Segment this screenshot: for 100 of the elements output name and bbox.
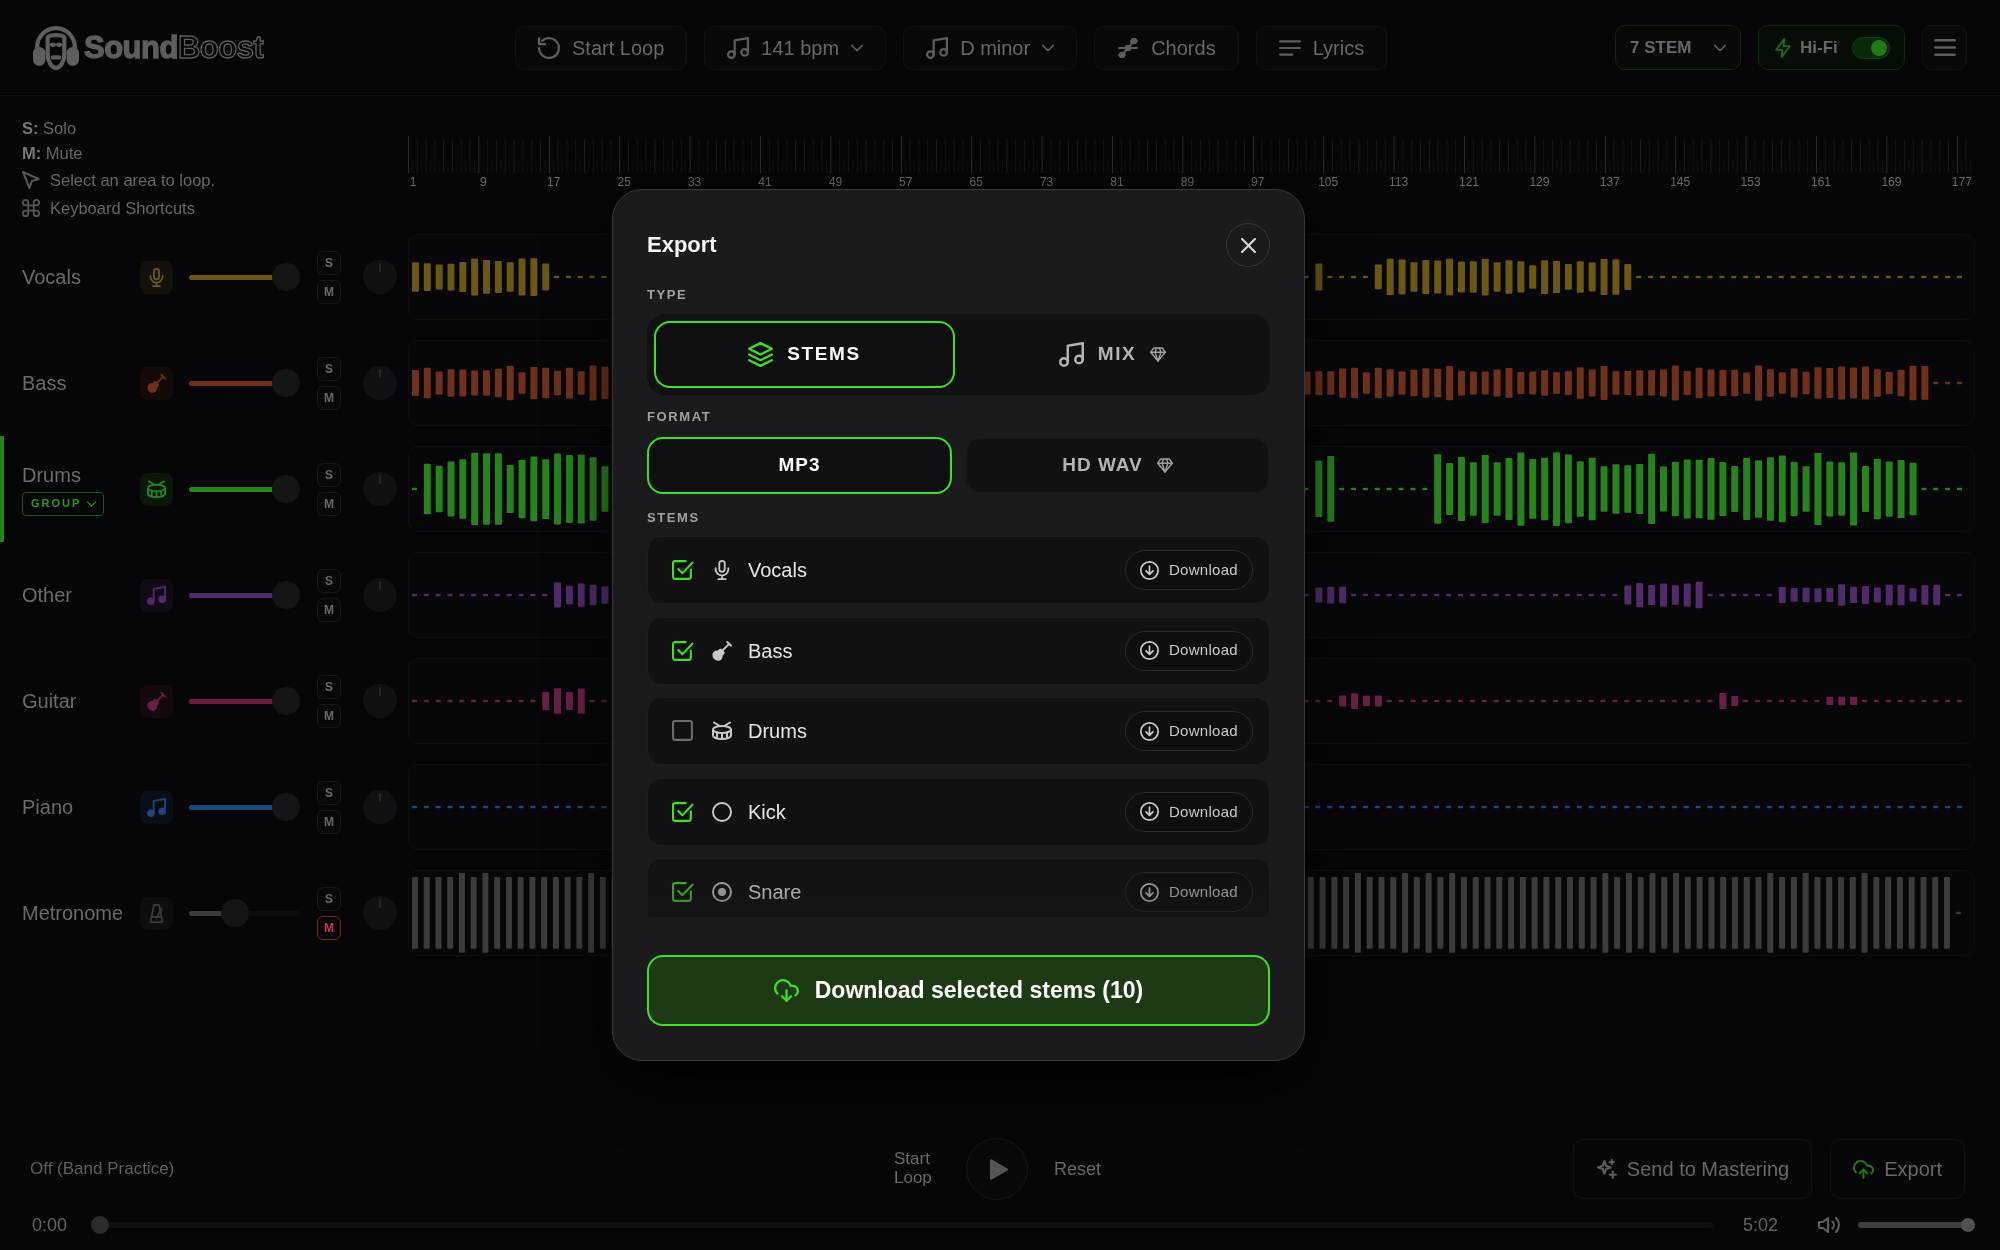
volume-slider[interactable] (189, 581, 300, 609)
volume-slider[interactable] (189, 475, 300, 503)
waveform-drawing[interactable] (408, 340, 612, 426)
export-button[interactable]: Export (1830, 1139, 1965, 1199)
slider-thumb[interactable] (272, 369, 300, 397)
sparkle-icon (1595, 1158, 1617, 1180)
type-option[interactable]: STEMS (654, 321, 955, 388)
bar-number: 137 (1599, 175, 1620, 188)
stem-checkbox[interactable] (672, 881, 694, 904)
playback-progress-slider[interactable] (91, 1216, 1713, 1234)
slider-thumb[interactable] (272, 793, 300, 821)
stem-checkbox[interactable] (672, 800, 694, 823)
solo-button[interactable]: S (317, 674, 341, 699)
waveform-drawing[interactable] (1305, 870, 1975, 956)
slider-thumb[interactable] (220, 899, 249, 927)
mute-button[interactable]: M (317, 279, 341, 304)
waveform-drawing[interactable] (408, 446, 612, 532)
solo-button[interactable]: S (317, 568, 341, 593)
pan-knob[interactable] (363, 790, 397, 824)
slider-thumb[interactable] (272, 687, 300, 715)
bar-number: 105 (1318, 175, 1339, 188)
solo-button[interactable]: S (317, 780, 341, 805)
format-option[interactable]: HD WAV (965, 437, 1270, 494)
pan-knob[interactable] (363, 260, 397, 294)
download-selected-button[interactable]: Download selected stems (10) (647, 955, 1270, 1026)
slider-thumb[interactable] (1961, 1218, 1975, 1232)
key-dropdown[interactable]: D minor (903, 25, 1078, 70)
pan-knob[interactable] (363, 472, 397, 506)
download-icon (1139, 560, 1159, 580)
stem-checkbox[interactable] (672, 720, 694, 743)
solo-button[interactable]: S (317, 250, 341, 275)
mute-button[interactable]: M (317, 385, 341, 410)
download-button[interactable]: Download (1124, 630, 1253, 671)
pan-knob[interactable] (363, 684, 397, 718)
loop-button[interactable]: Start Loop (515, 25, 688, 70)
group-dropdown[interactable]: GROUP (22, 491, 105, 516)
stem-checkbox[interactable] (672, 639, 694, 662)
download-button[interactable]: Download (1124, 711, 1253, 752)
mute-button[interactable]: M (317, 703, 341, 728)
waveform-drawing[interactable] (1305, 552, 1975, 638)
slider-thumb[interactable] (272, 581, 300, 609)
speaker-icon[interactable] (1818, 1217, 1840, 1233)
section-label: FORMAT (647, 409, 712, 425)
stem-count-dropdown[interactable]: 7 STEM (1615, 25, 1741, 70)
volume-slider[interactable] (189, 263, 300, 291)
download-icon (1139, 802, 1159, 822)
bar-number: 177 (1951, 175, 1972, 188)
lyrics-button[interactable]: Lyrics (1255, 25, 1388, 70)
cursor-icon (22, 171, 40, 189)
bar-number: 73 (1039, 175, 1054, 188)
headphones-logo-icon (33, 25, 79, 70)
menu-button[interactable] (1922, 25, 1967, 70)
pan-knob[interactable] (363, 578, 397, 612)
format-option[interactable]: MP3 (647, 437, 952, 494)
layers-icon (748, 342, 774, 367)
waveform-drawing[interactable] (408, 870, 612, 956)
pan-knob[interactable] (363, 896, 397, 930)
menu-icon (1933, 39, 1956, 56)
timeline-ruler[interactable]: 1 9 17 25 33 41 49 57 65 73 81 89 97 105 113 121 129 137 145 153 161 169 177 (408, 136, 1975, 188)
hifi-switch[interactable] (1852, 36, 1890, 59)
mute-button[interactable]: M (317, 915, 341, 940)
pan-knob[interactable] (363, 366, 397, 400)
mastering-button[interactable]: Send to Mastering (1572, 1139, 1813, 1199)
track-name: Vocals (22, 265, 81, 289)
slider-thumb[interactable] (272, 475, 300, 503)
bar-number: 89 (1180, 175, 1195, 188)
solo-button[interactable]: S (317, 356, 341, 381)
waveform-drawing[interactable] (1305, 446, 1975, 532)
volume-slider[interactable] (189, 687, 300, 715)
slider-thumb[interactable] (272, 263, 300, 291)
chords-button[interactable]: Chords (1094, 25, 1239, 70)
help-text: S: Solo (22, 118, 77, 140)
bar-number: 153 (1740, 175, 1761, 188)
download-button[interactable]: Download (1124, 550, 1253, 590)
loop-button[interactable]: Start Loop (894, 1150, 940, 1188)
mute-button[interactable]: M (317, 597, 341, 622)
stem-name: Snare (748, 880, 802, 906)
mute-button[interactable]: M (317, 491, 341, 516)
download-button[interactable]: Download (1124, 791, 1253, 832)
waveform-drawing[interactable] (408, 658, 612, 744)
bar-number: 145 (1670, 175, 1691, 188)
dialog-title: Export (647, 231, 717, 259)
volume-slider[interactable] (189, 369, 300, 397)
tempo-dropdown[interactable]: 141 bpm (704, 25, 887, 70)
waveform-drawing[interactable] (1305, 234, 1975, 320)
waveform-drawing[interactable] (408, 234, 612, 320)
solo-button[interactable]: S (317, 886, 341, 911)
close-button[interactable] (1226, 223, 1270, 267)
slider-thumb[interactable] (91, 1216, 110, 1234)
reset-button[interactable]: Reset (1054, 1155, 1101, 1183)
master-volume-slider[interactable] (1858, 1218, 1975, 1232)
waveform-drawing[interactable] (1305, 340, 1975, 426)
section-label: TYPE (647, 287, 688, 303)
solo-button[interactable]: S (317, 462, 341, 487)
type-option[interactable]: MIX (962, 321, 1263, 388)
download-button[interactable]: Download (1124, 872, 1253, 913)
mute-button[interactable]: M (317, 809, 341, 834)
stem-checkbox[interactable] (672, 559, 694, 581)
volume-slider[interactable] (189, 793, 300, 821)
volume-slider[interactable] (189, 899, 300, 927)
